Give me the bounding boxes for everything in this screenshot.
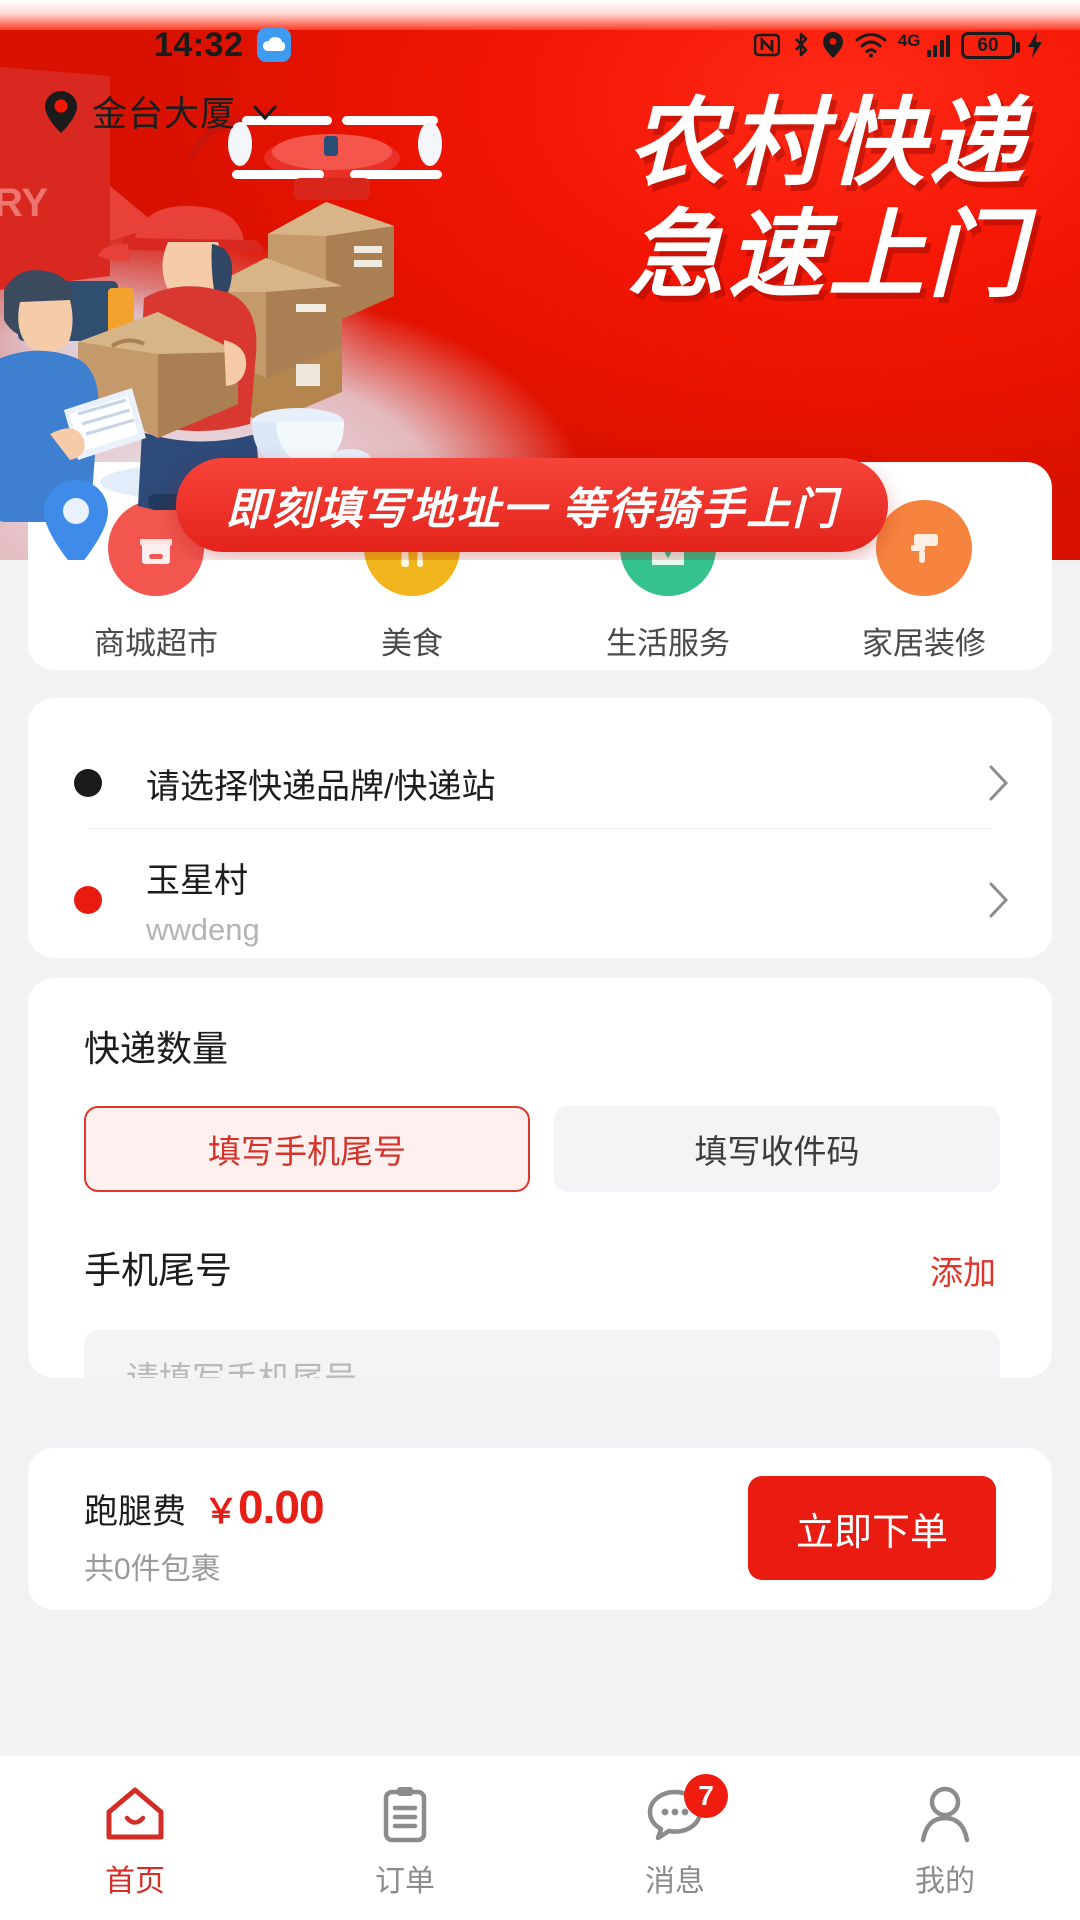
phone-tail-placeholder: 请填写手机尾号 [126, 1352, 357, 1378]
bottom-tab-bar: 首页 订单 7 消息 我的 [0, 1756, 1080, 1920]
tab-profile-label: 我的 [915, 1865, 975, 1898]
battery-level: 60 [977, 34, 999, 56]
village-address-row[interactable]: 玉星村 wwdeng [28, 850, 1052, 950]
quantity-title: 快递数量 [84, 1028, 229, 1069]
brand-dot-icon [74, 769, 102, 797]
bluetooth-icon [794, 32, 808, 57]
express-brand-row[interactable]: 请选择快递品牌/快递站 [28, 738, 1052, 828]
place-order-label: 立即下单 [795, 1511, 948, 1554]
address-divider [88, 828, 992, 829]
quick-entry-label: 美食 [381, 626, 443, 661]
location-selector[interactable]: 金台大厦 [44, 86, 280, 137]
nfc-icon [753, 33, 780, 57]
tab-orders[interactable]: 订单 [270, 1756, 540, 1920]
phone-tail-input[interactable]: 请填写手机尾号 [84, 1330, 1000, 1378]
fee-line: 跑腿费 ￥ 0.00 [84, 1480, 325, 1534]
person-icon [917, 1782, 973, 1846]
tab-home-label: 首页 [105, 1865, 165, 1898]
tab-home[interactable]: 首页 [0, 1756, 270, 1920]
hero-cta-text: 即刻填写地址一 等待骑手上门 [225, 485, 839, 534]
hero-cta-pill[interactable]: 即刻填写地址一 等待骑手上门 [176, 458, 888, 552]
quick-entry-label: 家居装修 [862, 626, 986, 661]
banner-headline: 农村快递 急速上门 [628, 96, 1028, 304]
checkout-bar: 跑腿费 ￥ 0.00 共0件包裹 立即下单 [28, 1448, 1052, 1610]
quantity-card: 快递数量 填写手机尾号 填写收件码 手机尾号 添加 请填写手机尾号 [28, 978, 1052, 1378]
tab-messages[interactable]: 7 消息 [540, 1756, 810, 1920]
fee-summary: 跑腿费 ￥ 0.00 共0件包裹 [84, 1480, 325, 1588]
cloud-app-icon [257, 28, 292, 62]
chat-icon: 7 [644, 1774, 728, 1846]
network-type-label: 4G [897, 31, 921, 50]
chevron-right-icon [989, 765, 1009, 801]
place-order-button[interactable]: 立即下单 [748, 1476, 996, 1580]
location-icon [822, 32, 843, 58]
entry-mode-tabs: 填写手机尾号 填写收件码 [84, 1106, 1000, 1192]
express-brand-title: 请选择快递品牌/快递站 [146, 767, 496, 806]
map-pin-decoration-icon [44, 480, 108, 560]
add-phone-tail-button[interactable]: 添加 [930, 1246, 996, 1294]
location-pin-icon [45, 90, 77, 133]
status-icons: 4G 60 [753, 31, 1044, 59]
quick-entry-label: 生活服务 [606, 626, 730, 661]
village-name: 玉星村 [146, 861, 248, 900]
tab-messages-label: 消息 [645, 1865, 705, 1898]
fee-label: 跑腿费 [84, 1493, 186, 1531]
headline-line-1: 农村快递 [628, 90, 1028, 197]
quick-entry-label: 商城超市 [94, 626, 218, 661]
address-card: 请选择快递品牌/快递站 玉星村 wwdeng [28, 698, 1052, 958]
status-bar: 14:32 4G 60 [0, 22, 1080, 68]
tab-pickup-code-label: 填写收件码 [694, 1133, 860, 1170]
wifi-icon [855, 33, 887, 58]
battery-icon: 60 [961, 31, 1020, 59]
village-text-wrap: 玉星村 wwdeng [146, 853, 988, 948]
message-badge: 7 [684, 1774, 728, 1818]
svg-text:RY: RY [0, 181, 48, 225]
headline-line-2: 急速上门 [628, 202, 1028, 309]
tab-pickup-code[interactable]: 填写收件码 [554, 1106, 1000, 1192]
village-contact: wwdeng [146, 911, 260, 947]
location-name: 金台大厦 [92, 95, 237, 134]
currency-symbol: ￥ [204, 1493, 238, 1531]
phone-tail-label: 手机尾号 [84, 1250, 232, 1291]
parcel-summary: 共0件包裹 [84, 1553, 221, 1586]
chevron-down-icon [253, 105, 277, 120]
tab-profile[interactable]: 我的 [810, 1756, 1080, 1920]
paint-roller-icon [876, 500, 972, 596]
status-time: 14:32 [154, 25, 244, 64]
signal-icon [926, 33, 950, 57]
village-dot-icon [74, 886, 102, 914]
home-icon [104, 1782, 166, 1846]
brand-text-wrap: 请选择快递品牌/快递站 [146, 759, 988, 808]
chevron-right-icon [989, 882, 1009, 918]
tab-phone-tail-label: 填写手机尾号 [208, 1133, 406, 1170]
fee-amount: 0.00 [238, 1481, 325, 1533]
tab-orders-label: 订单 [375, 1865, 435, 1898]
clipboard-icon [376, 1782, 434, 1846]
tab-phone-tail[interactable]: 填写手机尾号 [84, 1106, 530, 1192]
charging-bolt-icon [1028, 32, 1042, 58]
